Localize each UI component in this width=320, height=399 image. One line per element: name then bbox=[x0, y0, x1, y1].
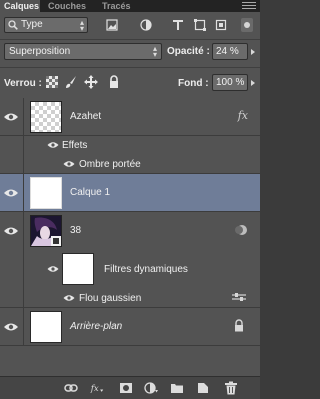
effect-label: Ombre portée bbox=[79, 159, 141, 170]
visibility-column-divider bbox=[23, 288, 24, 307]
panel-menu-icon[interactable] bbox=[242, 2, 256, 10]
visibility-column-divider bbox=[23, 250, 24, 288]
panel-tab-bar: Calques Couches Tracés bbox=[0, 0, 260, 12]
tab-couches[interactable]: Couches bbox=[44, 0, 90, 12]
lock-transparency-icon[interactable] bbox=[45, 75, 59, 89]
lock-pixels-brush-icon[interactable] bbox=[64, 75, 78, 89]
lock-icon bbox=[234, 319, 244, 332]
divider bbox=[0, 67, 260, 68]
layers-bottom-toolbar: fx bbox=[0, 376, 260, 399]
visibility-column-divider bbox=[23, 174, 24, 211]
tab-calques[interactable]: Calques bbox=[0, 0, 40, 12]
lock-label: Verrou : bbox=[4, 78, 42, 89]
smart-filter-mask-thumbnail[interactable] bbox=[62, 253, 94, 285]
filter-type-select[interactable]: Type ▴ ▾ bbox=[4, 17, 88, 33]
filter-pixel-icon[interactable] bbox=[106, 19, 118, 31]
layer-name[interactable]: Calque 1 bbox=[70, 187, 110, 198]
smart-filter-options-icon[interactable] bbox=[234, 224, 248, 236]
new-adjustment-layer-icon[interactable] bbox=[144, 381, 158, 395]
eye-icon[interactable] bbox=[3, 322, 19, 332]
smart-filters-row[interactable]: Filtres dynamiques bbox=[0, 250, 260, 288]
visibility-column-divider bbox=[23, 308, 24, 345]
filter-type-text-icon[interactable] bbox=[172, 19, 184, 31]
eye-icon[interactable] bbox=[3, 188, 19, 198]
fill-slider-caret-icon[interactable] bbox=[251, 80, 255, 86]
new-group-folder-icon[interactable] bbox=[170, 381, 184, 395]
blend-mode-label: Superposition bbox=[9, 46, 71, 57]
tab-traces[interactable]: Tracés bbox=[98, 0, 135, 12]
new-layer-icon[interactable] bbox=[196, 381, 210, 395]
lock-position-move-icon[interactable] bbox=[84, 75, 98, 89]
layer-thumbnail-photo bbox=[30, 215, 62, 247]
effect-drop-shadow-row[interactable]: Ombre portée bbox=[0, 154, 260, 174]
opacity-label: Opacité : bbox=[167, 46, 210, 57]
smart-filters-label: Filtres dynamiques bbox=[104, 264, 188, 275]
fill-label: Fond : bbox=[178, 78, 209, 89]
filter-toggle-switch[interactable] bbox=[241, 18, 253, 32]
filter-type-label: Type bbox=[21, 19, 43, 30]
visibility-column-divider bbox=[23, 136, 24, 154]
layer-thumbnail bbox=[30, 177, 62, 209]
filter-gaussian-blur-row[interactable]: Flou gaussien bbox=[0, 288, 260, 308]
visibility-column-divider bbox=[23, 212, 24, 250]
layer-name[interactable]: 38 bbox=[70, 225, 81, 236]
chevron-updown-icon: ▴ ▾ bbox=[152, 44, 157, 59]
fill-field[interactable]: 100 % bbox=[212, 74, 248, 91]
search-icon bbox=[8, 20, 18, 30]
add-mask-icon[interactable] bbox=[119, 381, 133, 395]
filter-shape-icon[interactable] bbox=[194, 19, 206, 31]
blend-mode-select[interactable]: Superposition ▴ ▾ bbox=[4, 43, 162, 60]
layer-name[interactable]: Arrière-plan bbox=[70, 321, 122, 332]
layer-name[interactable]: Azahet bbox=[70, 111, 101, 122]
filter-smart-object-icon[interactable] bbox=[215, 19, 227, 31]
layer-row-38[interactable]: 38 bbox=[0, 212, 260, 250]
opacity-field[interactable]: 24 % bbox=[212, 43, 248, 60]
eye-icon[interactable] bbox=[3, 226, 19, 236]
layer-thumbnail bbox=[30, 311, 62, 343]
opacity-slider-caret-icon[interactable] bbox=[251, 49, 255, 55]
eye-icon[interactable] bbox=[47, 141, 59, 149]
visibility-column-divider bbox=[23, 154, 24, 173]
link-layers-icon[interactable] bbox=[64, 381, 78, 395]
eye-icon[interactable] bbox=[63, 160, 75, 168]
layer-row-calque-1[interactable]: Calque 1 bbox=[0, 174, 260, 212]
filter-blending-options-icon[interactable] bbox=[232, 293, 246, 303]
layer-effects-row[interactable]: Effets bbox=[0, 136, 260, 154]
layers-list: Azahet fx Effets Ombre portée Calque 1 3… bbox=[0, 98, 260, 382]
svg-text:fx: fx bbox=[90, 384, 99, 394]
effects-label: Effets bbox=[62, 140, 88, 151]
fx-icon[interactable]: fx bbox=[90, 381, 108, 395]
lock-all-icon[interactable] bbox=[107, 75, 121, 89]
layer-row-azahet[interactable]: Azahet fx bbox=[0, 98, 260, 136]
filter-adjustment-icon[interactable] bbox=[140, 19, 152, 31]
eye-icon[interactable] bbox=[3, 112, 19, 122]
layers-panel: Type ▴ ▾ Superposition ▴ ▾ Opacité : 24 % … bbox=[0, 12, 260, 399]
layer-row-background[interactable]: Arrière-plan bbox=[0, 308, 260, 346]
divider bbox=[0, 39, 260, 40]
eye-icon[interactable] bbox=[47, 265, 59, 273]
visibility-column-divider bbox=[23, 98, 24, 135]
delete-trash-icon[interactable] bbox=[224, 381, 238, 395]
eye-icon[interactable] bbox=[63, 294, 75, 302]
filter-label: Flou gaussien bbox=[79, 293, 142, 304]
layer-thumbnail bbox=[30, 101, 62, 133]
fx-icon[interactable]: fx bbox=[238, 109, 248, 122]
chevron-updown-icon: ▴ ▾ bbox=[79, 18, 84, 33]
